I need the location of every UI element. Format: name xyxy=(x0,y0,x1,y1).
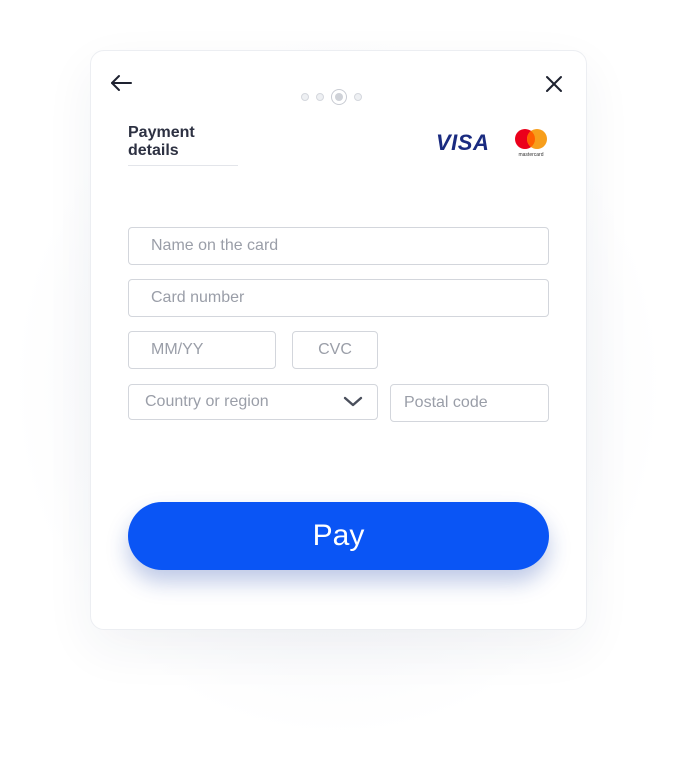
name-on-card-placeholder: Name on the card xyxy=(151,237,279,254)
page-background: Payment details VISA mastercard Name on … xyxy=(0,0,676,759)
step-dot xyxy=(354,93,362,101)
step-dot xyxy=(301,93,309,101)
pay-button-label: Pay xyxy=(312,519,365,552)
mastercard-wordmark: mastercard xyxy=(518,152,544,158)
postal-code-placeholder: Postal code xyxy=(404,394,488,411)
step-dot xyxy=(316,93,324,101)
step-indicator xyxy=(301,88,369,106)
mastercard-logo: mastercard xyxy=(512,128,550,160)
postal-code-input[interactable]: Postal code xyxy=(390,384,549,422)
close-icon xyxy=(546,76,562,92)
country-select[interactable]: Country or region xyxy=(128,384,378,420)
name-on-card-input[interactable]: Name on the card xyxy=(128,227,549,265)
chevron-down-icon xyxy=(343,396,363,407)
step-dot-active xyxy=(331,89,347,105)
cvc-input[interactable]: CVC xyxy=(292,331,378,369)
expiry-date-placeholder: MM/YY xyxy=(151,341,204,358)
page-title: Payment details xyxy=(128,124,238,166)
card-number-placeholder: Card number xyxy=(151,289,245,306)
card-number-input[interactable]: Card number xyxy=(128,279,549,317)
pay-button[interactable]: Pay xyxy=(128,502,549,570)
visa-logo: VISA xyxy=(436,130,490,155)
cvc-placeholder: CVC xyxy=(318,341,352,358)
expiry-date-input[interactable]: MM/YY xyxy=(128,331,276,369)
payment-dialog: Payment details VISA mastercard Name on … xyxy=(90,50,587,630)
country-select-value: Country or region xyxy=(145,393,269,410)
arrow-left-icon xyxy=(111,75,132,91)
close-button[interactable] xyxy=(542,72,566,96)
back-button[interactable] xyxy=(109,71,135,95)
